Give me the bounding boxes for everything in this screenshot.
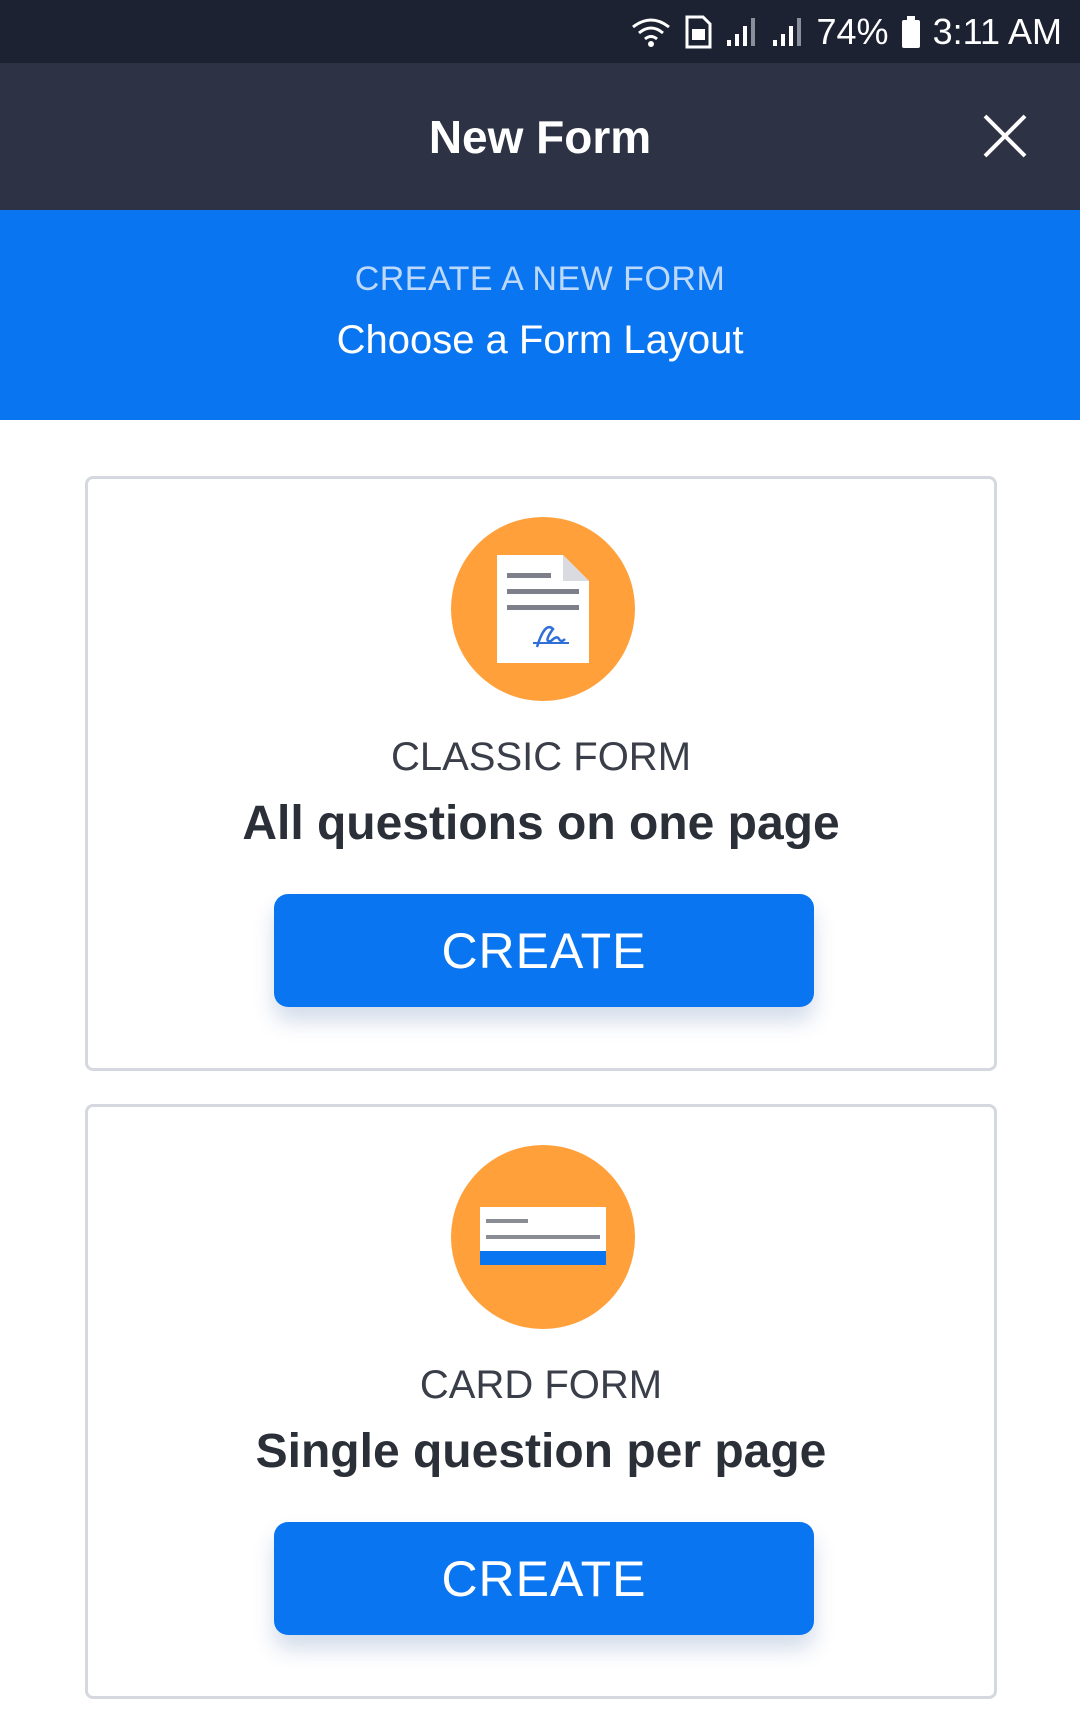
battery-icon — [901, 15, 921, 49]
card-type-label: CLASSIC FORM — [390, 735, 692, 779]
card-description: Single question per page — [255, 1425, 827, 1478]
status-bar: 74% 3:11 AM — [0, 0, 1080, 63]
header-banner: CREATE A NEW FORM Choose a Form Layout — [0, 210, 1080, 420]
wifi-icon — [631, 16, 671, 48]
card-description: All questions on one page — [242, 797, 840, 850]
banner-subtitle: Choose a Form Layout — [336, 318, 744, 362]
document-icon — [451, 517, 635, 701]
create-classic-form-button[interactable]: CREATE — [274, 894, 814, 1007]
clock: 3:11 AM — [932, 10, 1062, 52]
card-type-label: CARD FORM — [419, 1363, 663, 1407]
classic-form-card: CLASSIC FORM All questions on one page C… — [85, 476, 997, 1071]
create-card-form-button[interactable]: CREATE — [274, 1522, 814, 1635]
close-icon — [983, 114, 1027, 158]
title-bar: New Form — [0, 63, 1080, 210]
page-title: New Form — [428, 110, 652, 163]
banner-kicker: CREATE A NEW FORM — [354, 260, 726, 298]
battery-percentage: 74% — [816, 10, 889, 52]
close-button[interactable] — [970, 101, 1040, 171]
sim-icon — [683, 15, 713, 49]
card-form-card: CARD FORM Single question per page CREAT… — [85, 1104, 997, 1699]
signal-icon — [771, 16, 805, 48]
card-icon — [451, 1145, 635, 1329]
signal-icon — [725, 16, 759, 48]
